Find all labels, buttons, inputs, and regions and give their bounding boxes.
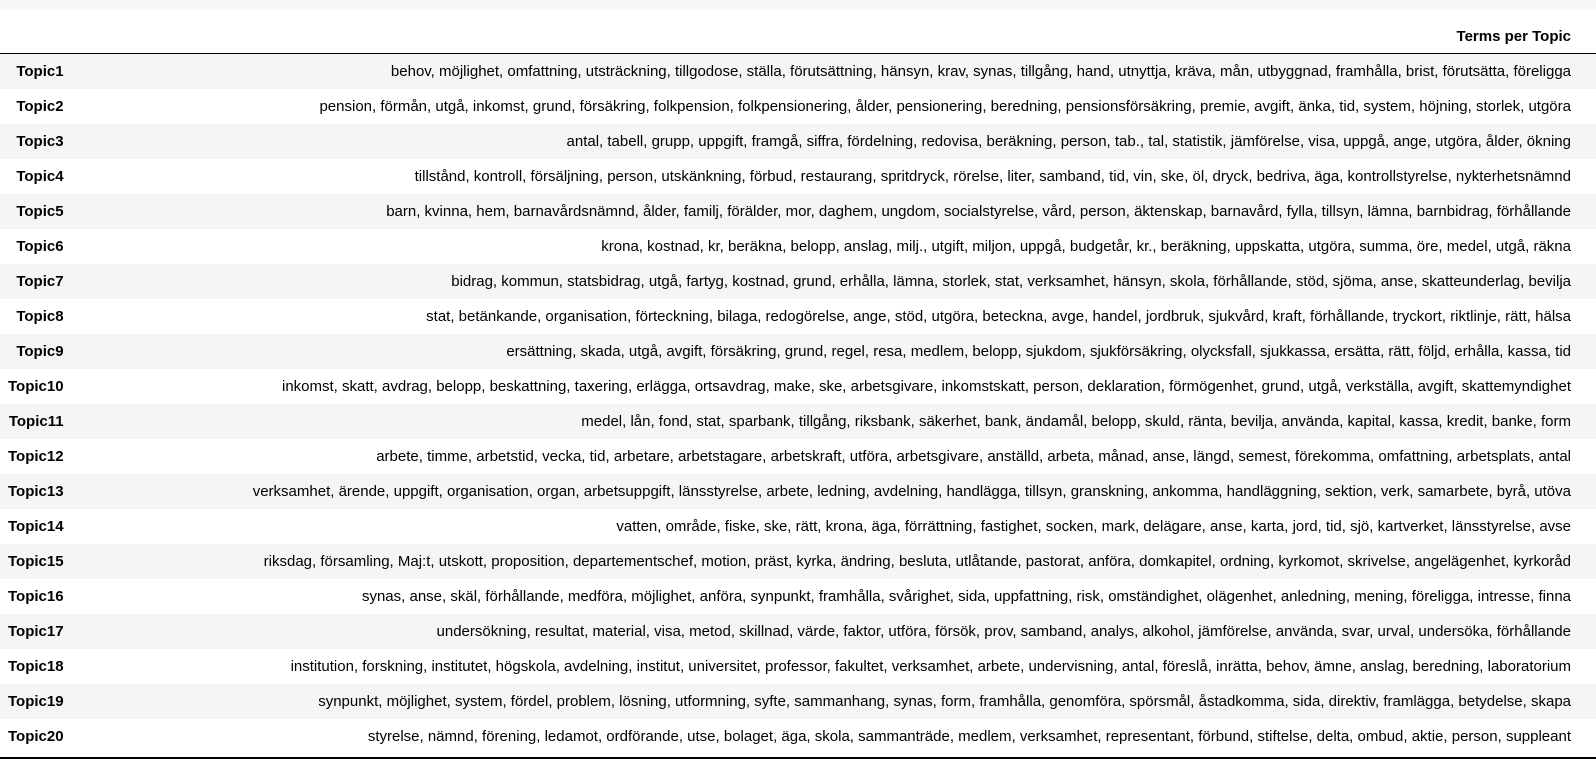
topic-terms: tillstånd, kontroll, försäljning, person… — [414, 167, 1571, 185]
table-row: Topic2 pension, förmån, utgå, inkomst, gr… — [0, 88, 1596, 124]
topic-label: Topic10 — [8, 377, 64, 395]
table-row: Topic19 synpunkt, möjlighet, system, förd… — [0, 683, 1596, 719]
topic-terms: inkomst, skatt, avdrag, belopp, beskattn… — [281, 377, 1571, 395]
topic-label: Topic15 — [8, 552, 64, 570]
top-strip — [0, 0, 1596, 10]
topic-terms: verksamhet, ärende, uppgift, organisatio… — [252, 482, 1571, 500]
table-row: Topic18 institution, forskning, institute… — [0, 648, 1596, 684]
table-row: Topic10 inkomst, skatt, avdrag, belopp, b… — [0, 368, 1596, 404]
topic-label: Topic3 — [16, 132, 64, 150]
topic-terms: vatten, område, fiske, ske, rätt, krona,… — [616, 517, 1571, 535]
topic-label: Topic20 — [8, 727, 64, 745]
table-body: Topic1 behov, möjlighet, omfattning, utst… — [0, 53, 1596, 754]
table-row: Topic12 arbete, timme, arbetstid, vecka, … — [0, 438, 1596, 474]
dataframe-container: Terms per Topic Topic1 behov, möjlighet, … — [0, 10, 1596, 754]
topic-terms: antal, tabell, grupp, uppgift, framgå, s… — [566, 132, 1571, 150]
table-row: Topic20 styrelse, nämnd, förening, ledamo… — [0, 718, 1596, 754]
topic-label: Topic14 — [8, 517, 64, 535]
topic-terms: behov, möjlighet, omfattning, utsträckni… — [390, 62, 1571, 80]
topic-label: Topic7 — [16, 272, 64, 290]
topic-terms: pension, förmån, utgå, inkomst, grund, f… — [319, 97, 1571, 115]
header-row: Terms per Topic — [0, 10, 1596, 54]
topic-terms: barn, kvinna, hem, barnavårdsnämnd, ålde… — [386, 202, 1571, 220]
topic-terms: undersökning, resultat, material, visa, … — [436, 622, 1571, 640]
topic-label: Topic8 — [16, 307, 64, 325]
table-row: Topic13 verksamhet, ärende, uppgift, orga… — [0, 473, 1596, 509]
topic-terms: riksdag, församling, Maj:t, utskott, pro… — [263, 552, 1571, 570]
topic-terms: stat, betänkande, organisation, förteckn… — [426, 307, 1571, 325]
topics-table: Terms per Topic Topic1 behov, möjlighet, … — [0, 10, 1596, 754]
table-row: Topic15 riksdag, församling, Maj:t, utsko… — [0, 543, 1596, 579]
table-row: Topic4 tillstånd, kontroll, försäljning, … — [0, 158, 1596, 194]
table-header: Terms per Topic — [0, 10, 1596, 54]
table-row: Topic16 synas, anse, skäl, förhållande, m… — [0, 578, 1596, 614]
table-row: Topic8 stat, betänkande, organisation, fö… — [0, 298, 1596, 334]
topic-label: Topic5 — [16, 202, 64, 220]
topic-label: Topic6 — [16, 237, 64, 255]
topic-label: Topic13 — [8, 482, 64, 500]
topic-terms: synas, anse, skäl, förhållande, medföra,… — [361, 587, 1571, 605]
terms-column-header: Terms per Topic — [71, 10, 1596, 54]
topic-terms: styrelse, nämnd, förening, ledamot, ordf… — [367, 727, 1571, 745]
topic-terms: medel, lån, fond, stat, sparbank, tillgå… — [581, 412, 1571, 430]
topic-label: Topic19 — [8, 692, 64, 710]
index-header — [0, 10, 72, 54]
table-row: Topic14 vatten, område, fiske, ske, rätt,… — [0, 508, 1596, 544]
topic-terms: ersättning, skada, utgå, avgift, försäkr… — [506, 342, 1571, 360]
table-row: Topic3 antal, tabell, grupp, uppgift, fra… — [0, 123, 1596, 159]
topic-label: Topic12 — [8, 447, 64, 465]
topic-terms: arbete, timme, arbetstid, vecka, tid, ar… — [376, 447, 1571, 465]
topic-terms: synpunkt, möjlighet, system, fördel, pro… — [318, 692, 1571, 710]
topic-label: Topic18 — [8, 657, 64, 675]
table-row: Topic6 krona, kostnad, kr, beräkna, belop… — [0, 228, 1596, 264]
table-row: Topic5 barn, kvinna, hem, barnavårdsnämnd… — [0, 193, 1596, 229]
table-row: Topic9 ersättning, skada, utgå, avgift, f… — [0, 333, 1596, 369]
topic-label: Topic4 — [16, 167, 64, 185]
topic-terms: bidrag, kommun, statsbidrag, utgå, farty… — [451, 272, 1571, 290]
table-row: Topic7 bidrag, kommun, statsbidrag, utgå,… — [0, 263, 1596, 299]
table-row: Topic17 undersökning, resultat, material,… — [0, 613, 1596, 649]
topic-label: Topic2 — [16, 97, 64, 115]
table-row: Topic1 behov, möjlighet, omfattning, utst… — [0, 53, 1596, 89]
topic-label: Topic16 — [8, 587, 64, 605]
table-row: Topic11 medel, lån, fond, stat, sparbank,… — [0, 403, 1596, 439]
topic-terms: krona, kostnad, kr, beräkna, belopp, ans… — [601, 237, 1571, 255]
topic-label: Topic11 — [8, 412, 64, 430]
topic-label: Topic9 — [16, 342, 64, 360]
topic-label: Topic17 — [8, 622, 64, 640]
topic-terms: institution, forskning, institutet, högs… — [290, 657, 1571, 675]
topic-label: Topic1 — [16, 62, 64, 80]
